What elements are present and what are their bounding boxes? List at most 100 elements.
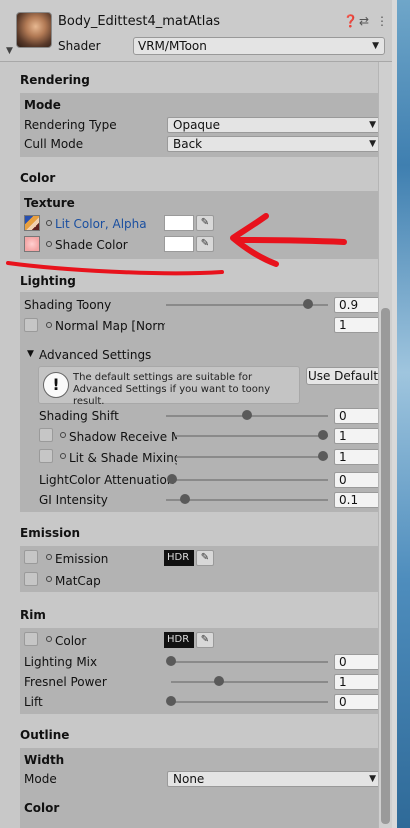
fresnel-power-input[interactable]: 1 [334, 674, 382, 690]
mode-heading: Mode [24, 98, 61, 112]
rendering-type-label: Rendering Type [24, 118, 117, 132]
cull-mode-dropdown[interactable]: Back ▼ [167, 136, 382, 152]
material-inspector: ▼ Body_Edittest4_matAtlas ❓ ⇄ ⋮ Shader V… [0, 0, 392, 828]
lighting-mix-slider-handle[interactable] [166, 656, 176, 666]
shade-color-swatch[interactable] [164, 236, 194, 252]
rim-color-label: Color [55, 634, 87, 648]
matcap-texture-slot[interactable] [24, 572, 38, 586]
chevron-down-icon: ▼ [369, 120, 376, 130]
outline-color-heading: Color [24, 801, 60, 815]
shading-toony-input[interactable]: 0.9 [334, 297, 382, 313]
fresnel-power-slider[interactable] [171, 681, 328, 683]
shading-toony-slider-handle[interactable] [303, 299, 313, 309]
foldout-arrow-icon[interactable]: ▼ [6, 46, 13, 56]
lighting-mix-input[interactable]: 0 [334, 654, 382, 670]
gi-intensity-slider-handle[interactable] [180, 494, 190, 504]
outline-group: Width Mode None ▼ Color [20, 748, 385, 828]
texture-picker-icon[interactable] [46, 576, 52, 582]
advanced-settings-help-text: The default settings are suitable for Ad… [73, 372, 271, 407]
texture-picker-icon[interactable] [46, 241, 52, 247]
section-rim: Rim [20, 608, 46, 622]
normal-map-scale-input[interactable]: 1 [334, 317, 382, 333]
lightcolor-attenuation-label: LightColor Attenuation [39, 473, 175, 487]
lighting-mix-label: Lighting Mix [24, 655, 98, 669]
texture-picker-icon[interactable] [60, 432, 66, 438]
scrollbar-thumb[interactable] [381, 308, 390, 824]
info-exclamation-icon: ! [43, 372, 69, 398]
rim-group: Color HDR ✎ Lighting Mix 0 Fresnel Power… [20, 628, 385, 714]
lit-shade-mixing-slider-handle[interactable] [318, 451, 328, 461]
cull-mode-label: Cull Mode [24, 137, 84, 151]
lift-input[interactable]: 0 [334, 694, 382, 710]
eyedropper-icon[interactable]: ✎ [196, 215, 214, 231]
shadow-receive-slider-handle[interactable] [318, 430, 328, 440]
emission-hdr-color-swatch[interactable]: HDR [164, 550, 194, 566]
matcap-label: MatCap [55, 574, 101, 588]
chevron-down-icon: ▼ [372, 41, 379, 51]
shader-label: Shader [58, 39, 101, 53]
advanced-settings-help-box: ! The default settings are suitable for … [38, 366, 300, 407]
inspector-scrollbar[interactable] [378, 62, 392, 828]
color-group: Texture Lit Color, Alpha ✎ Shade Color ✎ [20, 191, 385, 259]
lit-color-swatch[interactable] [164, 215, 194, 231]
rim-hdr-color-swatch[interactable]: HDR [164, 632, 194, 648]
texture-picker-icon[interactable] [46, 322, 52, 328]
lighting-mix-slider[interactable] [171, 661, 328, 663]
texture-picker-icon[interactable] [60, 453, 66, 459]
lit-color-label[interactable]: Lit Color, Alpha [55, 217, 147, 231]
advanced-settings-foldout[interactable]: Advanced Settings [39, 348, 151, 362]
rendering-type-dropdown[interactable]: Opaque ▼ [167, 117, 382, 133]
shading-shift-slider-handle[interactable] [242, 410, 252, 420]
lit-shade-mixing-slider[interactable] [176, 456, 328, 458]
emission-group: Emission HDR ✎ MatCap [20, 546, 385, 592]
eyedropper-icon[interactable]: ✎ [196, 236, 214, 252]
lit-shade-mixing-label: Lit & Shade Mixing I [69, 451, 177, 465]
shading-shift-input[interactable]: 0 [334, 408, 382, 424]
texture-picker-icon[interactable] [46, 220, 52, 226]
lit-shade-mixing-input[interactable]: 1 [334, 449, 382, 465]
shade-color-texture-thumbnail[interactable] [24, 236, 40, 252]
use-default-button[interactable]: Use Default [306, 367, 380, 385]
lift-slider-handle[interactable] [166, 696, 176, 706]
lit-shade-mixing-texture-slot[interactable] [39, 449, 53, 463]
texture-picker-icon[interactable] [46, 554, 52, 560]
material-preview-thumbnail[interactable] [16, 12, 52, 48]
settings-sliders-icon[interactable]: ⇄ [359, 14, 369, 28]
eyedropper-icon[interactable]: ✎ [196, 632, 214, 648]
outline-mode-value: None [173, 772, 205, 786]
emission-texture-slot[interactable] [24, 550, 38, 564]
section-rendering: Rendering [20, 73, 90, 87]
gi-intensity-input[interactable]: 0.1 [334, 492, 382, 508]
shading-shift-label: Shading Shift [39, 409, 119, 423]
rim-texture-slot[interactable] [24, 632, 38, 646]
shade-color-label: Shade Color [55, 238, 128, 252]
shader-dropdown-value: VRM/MToon [138, 39, 207, 53]
cull-mode-value: Back [173, 137, 203, 151]
lightcolor-attenuation-input[interactable]: 0 [334, 472, 382, 488]
shader-dropdown[interactable]: VRM/MToon ▼ [133, 37, 385, 55]
eyedropper-icon[interactable]: ✎ [196, 550, 214, 566]
width-heading: Width [24, 753, 65, 767]
gi-intensity-slider[interactable] [166, 499, 328, 501]
kebab-menu-icon[interactable]: ⋮ [376, 14, 388, 28]
lift-slider[interactable] [171, 701, 328, 703]
lit-color-texture-thumbnail[interactable] [24, 215, 40, 231]
foldout-arrow-icon[interactable]: ▼ [27, 349, 34, 359]
shadow-receive-texture-slot[interactable] [39, 428, 53, 442]
emission-label: Emission [55, 552, 109, 566]
shadow-receive-input[interactable]: 1 [334, 428, 382, 444]
section-emission: Emission [20, 526, 80, 540]
shadow-receive-slider[interactable] [176, 435, 328, 437]
texture-heading: Texture [24, 196, 75, 210]
lightcolor-attenuation-slider-handle[interactable] [167, 474, 177, 484]
unity-inspector-window: ▼ Body_Edittest4_matAtlas ❓ ⇄ ⋮ Shader V… [0, 0, 410, 828]
lift-label: Lift [24, 695, 43, 709]
lightcolor-attenuation-slider[interactable] [171, 479, 328, 481]
fresnel-power-slider-handle[interactable] [214, 676, 224, 686]
gi-intensity-label: GI Intensity [39, 493, 108, 507]
normal-map-texture-slot[interactable] [24, 318, 38, 332]
fresnel-power-label: Fresnel Power [24, 675, 107, 689]
texture-picker-icon[interactable] [46, 636, 52, 642]
help-icon[interactable]: ❓ [343, 14, 358, 28]
outline-mode-dropdown[interactable]: None ▼ [167, 771, 382, 787]
